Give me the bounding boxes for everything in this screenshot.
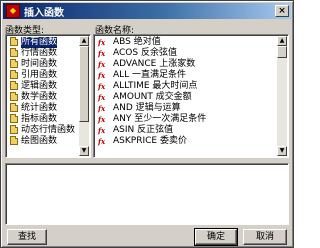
function-item-label: AND 逻辑与运算 bbox=[113, 103, 181, 113]
function-item[interactable]: fx ANY 至少一次满足条件 bbox=[96, 114, 206, 125]
function-item[interactable]: fx AMOUNT 成交金额 bbox=[96, 92, 206, 103]
function-item[interactable]: fx ABS 绝对值 bbox=[96, 37, 206, 48]
category-item-label: 指标函数 bbox=[21, 114, 58, 124]
function-item[interactable]: fx ASIN 反正弦值 bbox=[96, 125, 206, 136]
category-item[interactable]: 引用函数 bbox=[8, 70, 75, 81]
function-scrollbar[interactable]: ▲ ▼ bbox=[277, 36, 287, 156]
function-item[interactable]: fx ALLTIME 最大时间点 bbox=[96, 81, 206, 92]
function-item-label: ACOS 反余弦值 bbox=[113, 48, 177, 58]
function-item-label: ANY 至少一次满足条件 bbox=[113, 114, 207, 124]
category-item[interactable]: 所有函数 bbox=[8, 37, 75, 48]
category-item[interactable]: 行情函数 bbox=[8, 48, 75, 59]
category-item[interactable]: 时间函数 bbox=[8, 59, 75, 70]
category-item-label: 统计函数 bbox=[21, 103, 58, 113]
scroll-down-arrow-icon[interactable]: ▼ bbox=[277, 146, 287, 156]
category-item-label: 引用函数 bbox=[21, 70, 58, 80]
close-button[interactable]: × bbox=[275, 5, 289, 17]
cancel-button[interactable]: 取消 bbox=[243, 229, 287, 245]
function-icon: fx bbox=[98, 71, 106, 80]
category-item-label: 绘图函数 bbox=[21, 136, 58, 146]
category-item-label: 时间函数 bbox=[21, 59, 58, 69]
category-item-label: 动态行情函数 bbox=[21, 125, 76, 135]
folder-icon bbox=[10, 59, 18, 68]
scrollbar-thumb[interactable] bbox=[277, 46, 287, 58]
function-icon: fx bbox=[98, 82, 106, 91]
category-item[interactable]: 统计函数 bbox=[8, 103, 75, 114]
function-icon: fx bbox=[98, 137, 106, 146]
scrollbar-thumb[interactable] bbox=[79, 46, 89, 122]
function-item-label: ASIN 反正弦值 bbox=[113, 125, 174, 135]
scroll-down-arrow-icon[interactable]: ▼ bbox=[79, 146, 89, 156]
category-list[interactable]: 所有函数 行情函数 时间函数 引用函数 逻辑函数 数学函数 统计函数 指标函数 动态行情函数 绘图… bbox=[5, 34, 91, 158]
function-item-label: ALL 一直满足条件 bbox=[113, 70, 187, 80]
function-list-items: fx ABS 绝对值 fx ACOS 反余弦值 fx ADVANCE 上涨家数 fx ALL … bbox=[96, 37, 206, 147]
category-list-items: 所有函数 行情函数 时间函数 引用函数 逻辑函数 数学函数 统计函数 指标函数 动态行情函数 绘图… bbox=[8, 37, 75, 147]
function-icon: fx bbox=[98, 104, 106, 113]
folder-icon bbox=[10, 125, 18, 134]
insert-function-dialog: ◆ 插入函数 × 函数类型: 函数名称: 所有函数 行情函数 时间函数 引用函数 逻辑函… bbox=[0, 0, 294, 248]
category-item-label: 逻辑函数 bbox=[21, 81, 58, 91]
function-item[interactable]: fx ALL 一直满足条件 bbox=[96, 70, 206, 81]
function-item[interactable]: fx ASKPRICE 委卖价 bbox=[96, 136, 206, 147]
search-button[interactable]: 查找 bbox=[7, 229, 47, 245]
category-item[interactable]: 绘图函数 bbox=[8, 136, 75, 147]
dialog-title: 插入函数 bbox=[24, 7, 64, 19]
category-item[interactable]: 逻辑函数 bbox=[8, 81, 75, 92]
scroll-up-arrow-icon[interactable]: ▲ bbox=[277, 36, 287, 46]
function-icon: fx bbox=[98, 126, 106, 135]
folder-icon bbox=[10, 48, 18, 57]
description-area[interactable] bbox=[5, 163, 289, 225]
category-item-label: 数学函数 bbox=[21, 92, 58, 102]
app-logo-icon: ◆ bbox=[6, 4, 20, 18]
function-icon: fx bbox=[98, 60, 106, 69]
category-scrollbar[interactable]: ▲ ▼ bbox=[79, 36, 89, 156]
folder-icon bbox=[10, 92, 18, 101]
category-item[interactable]: 数学函数 bbox=[8, 92, 75, 103]
function-item[interactable]: fx ADVANCE 上涨家数 bbox=[96, 59, 206, 70]
function-item-label: AMOUNT 成交金额 bbox=[113, 92, 192, 102]
function-item[interactable]: fx AND 逻辑与运算 bbox=[96, 103, 206, 114]
function-icon: fx bbox=[98, 93, 106, 102]
function-icon: fx bbox=[98, 49, 106, 58]
function-item-label: ASKPRICE 委卖价 bbox=[113, 136, 187, 146]
ok-button[interactable]: 确定 bbox=[194, 228, 238, 246]
category-item[interactable]: 动态行情函数 bbox=[8, 125, 75, 136]
category-item-label: 行情函数 bbox=[21, 48, 58, 58]
function-icon: fx bbox=[98, 115, 106, 124]
function-list[interactable]: fx ABS 绝对值 fx ACOS 反余弦值 fx ADVANCE 上涨家数 fx ALL … bbox=[93, 34, 289, 158]
function-item[interactable]: fx ACOS 反余弦值 bbox=[96, 48, 206, 59]
function-item-label: ABS 绝对值 bbox=[113, 37, 161, 47]
folder-icon bbox=[10, 114, 18, 123]
title-bar[interactable]: ◆ 插入函数 × bbox=[3, 3, 291, 19]
function-icon: fx bbox=[98, 38, 106, 47]
folder-icon bbox=[10, 81, 18, 90]
folder-icon bbox=[10, 103, 18, 112]
category-item[interactable]: 指标函数 bbox=[8, 114, 75, 125]
folder-icon bbox=[10, 70, 18, 79]
function-item-label: ALLTIME 最大时间点 bbox=[113, 81, 198, 91]
category-item-label: 所有函数 bbox=[21, 37, 58, 48]
function-item-label: ADVANCE 上涨家数 bbox=[113, 59, 196, 69]
scroll-up-arrow-icon[interactable]: ▲ bbox=[79, 36, 89, 46]
folder-icon bbox=[10, 37, 18, 46]
folder-icon bbox=[10, 136, 18, 145]
